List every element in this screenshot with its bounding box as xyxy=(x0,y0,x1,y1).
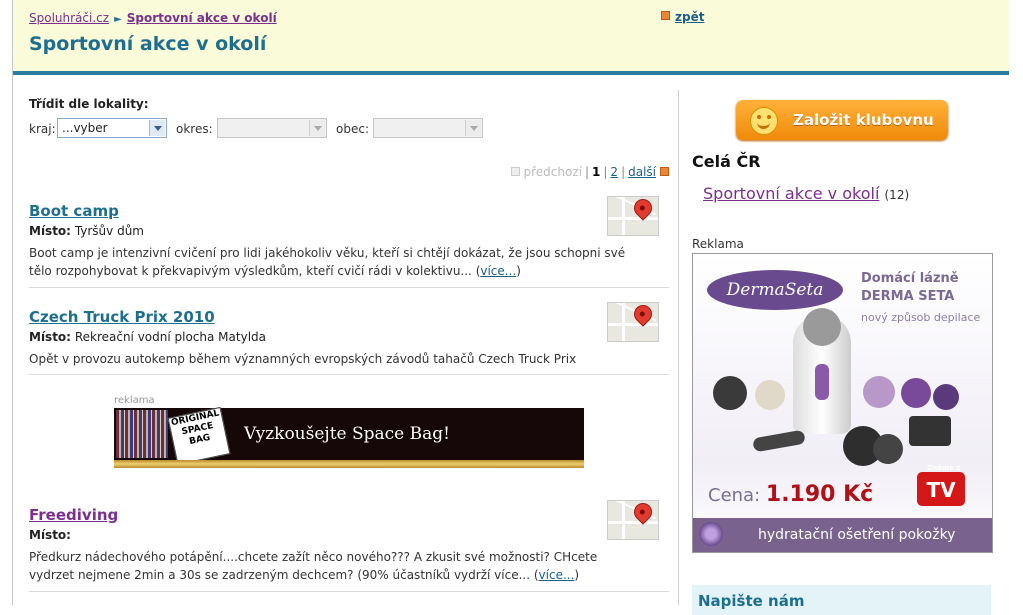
epilator-image xyxy=(793,308,851,434)
ad-footer: hydratační ošetření pokožky xyxy=(693,518,992,552)
event-item: Freediving Místo: Předkurz nádechového p… xyxy=(29,500,669,592)
breadcrumb-current-link[interactable]: Sportovní akce v okolí xyxy=(127,11,277,25)
smiley-icon xyxy=(750,107,778,135)
inline-ad: reklama ORIGINAL SPACE BAG Vyzkoušejte S… xyxy=(114,395,584,468)
obec-label: obec: xyxy=(336,122,369,136)
event-description: Boot camp je intenzivní cvičení pro lidi… xyxy=(29,246,626,278)
flower-icon xyxy=(699,522,723,546)
banner-text: Vyzkoušejte Space Bag! xyxy=(244,424,450,444)
kraj-select-value: ...vyber xyxy=(62,121,108,135)
okres-select[interactable] xyxy=(217,118,327,138)
map-icon[interactable] xyxy=(607,302,659,342)
kraj-select[interactable]: ...vyber xyxy=(57,118,167,138)
create-club-label: Založit klubovnu xyxy=(793,111,934,129)
ad-subheadline: nový způsob depilace xyxy=(861,311,981,324)
closet-image xyxy=(116,410,168,458)
category-count: (12) xyxy=(884,188,910,202)
back-arrow-icon xyxy=(661,11,670,20)
region-heading: Celá ČR xyxy=(692,152,761,171)
pager-next[interactable]: další xyxy=(628,165,656,179)
map-icon[interactable] xyxy=(607,196,659,236)
contact-title: Napište nám xyxy=(698,592,805,610)
event-item: Czech Truck Prix 2010 Místo: Rekreační v… xyxy=(29,302,669,375)
space-bag-banner[interactable]: ORIGINAL SPACE BAG Vyzkoušejte Space Bag… xyxy=(114,406,584,468)
pager: předchozí | 1 | 2 | další xyxy=(510,165,669,179)
pager-prev: předchozí xyxy=(523,165,582,179)
event-title-link[interactable]: Freediving xyxy=(29,506,118,524)
event-more-link[interactable]: více... xyxy=(539,568,575,582)
event-title-link[interactable]: Czech Truck Prix 2010 xyxy=(29,308,215,326)
contact-box: Napište nám xyxy=(692,585,991,615)
banner-gold-strip xyxy=(114,460,584,468)
breadcrumb: Spoluhráči.cz ► Sportovní akce v okolí xyxy=(29,11,277,25)
prev-arrow-icon xyxy=(510,167,520,176)
dermaseta-logo: DermaSeta xyxy=(707,270,843,310)
breadcrumb-arrow-icon: ► xyxy=(114,14,122,25)
ad-headline: Domácí lázně DERMA SETA xyxy=(861,271,959,304)
event-description: Předkurz nádechového potápění....chcete … xyxy=(29,550,598,582)
pager-current: 1 xyxy=(592,165,601,179)
ad-label: Reklama xyxy=(692,237,744,251)
chevron-down-icon xyxy=(149,120,165,136)
map-icon[interactable] xyxy=(607,500,659,540)
event-place: Místo: Rekreační vodní plocha Matylda xyxy=(29,330,266,344)
space-bag-logo: ORIGINAL SPACE BAG xyxy=(167,406,231,466)
back-link-wrap: zpět xyxy=(661,10,704,24)
pager-page-2[interactable]: 2 xyxy=(610,165,618,179)
event-place: Místo: xyxy=(29,528,71,542)
event-place: Místo: Tyršův dům xyxy=(29,224,144,238)
event-item: Boot camp Místo: Tyršův dům Boot camp je… xyxy=(29,196,669,288)
next-arrow-icon xyxy=(660,167,669,176)
tv-badge: Známe z TV xyxy=(917,464,965,506)
chevron-down-icon xyxy=(465,120,481,136)
column-divider xyxy=(678,90,679,605)
inline-ad-label: reklama xyxy=(114,395,155,406)
ad-price: Cena: 1.190 Kč xyxy=(708,482,874,507)
event-title-link[interactable]: Boot camp xyxy=(29,202,119,220)
category-item: Sportovní akce v okolí (12) xyxy=(703,184,909,203)
dermaseta-ad[interactable]: DermaSeta Domácí lázně DERMA SETA nový zp… xyxy=(692,253,993,553)
event-description: Opět v provozu autokemp během významných… xyxy=(29,352,577,366)
obec-select[interactable] xyxy=(373,118,483,138)
category-link[interactable]: Sportovní akce v okolí xyxy=(703,184,879,203)
chevron-down-icon xyxy=(309,120,325,136)
header: Spoluhráči.cz ► Sportovní akce v okolí zpě… xyxy=(13,0,1009,75)
filter-label: Třídit dle lokality: xyxy=(29,97,149,111)
page: Spoluhráči.cz ► Sportovní akce v okolí zpě… xyxy=(12,0,1010,615)
event-more-link[interactable]: více... xyxy=(480,264,516,278)
outer-margin xyxy=(1009,0,1023,605)
kraj-label: kraj: xyxy=(29,122,56,136)
create-club-button[interactable]: Založit klubovnu xyxy=(736,100,948,140)
breadcrumb-home-link[interactable]: Spoluhráči.cz xyxy=(29,11,109,25)
okres-label: okres: xyxy=(176,122,213,136)
page-title: Sportovní akce v okolí xyxy=(29,33,267,55)
back-link[interactable]: zpět xyxy=(675,10,704,24)
